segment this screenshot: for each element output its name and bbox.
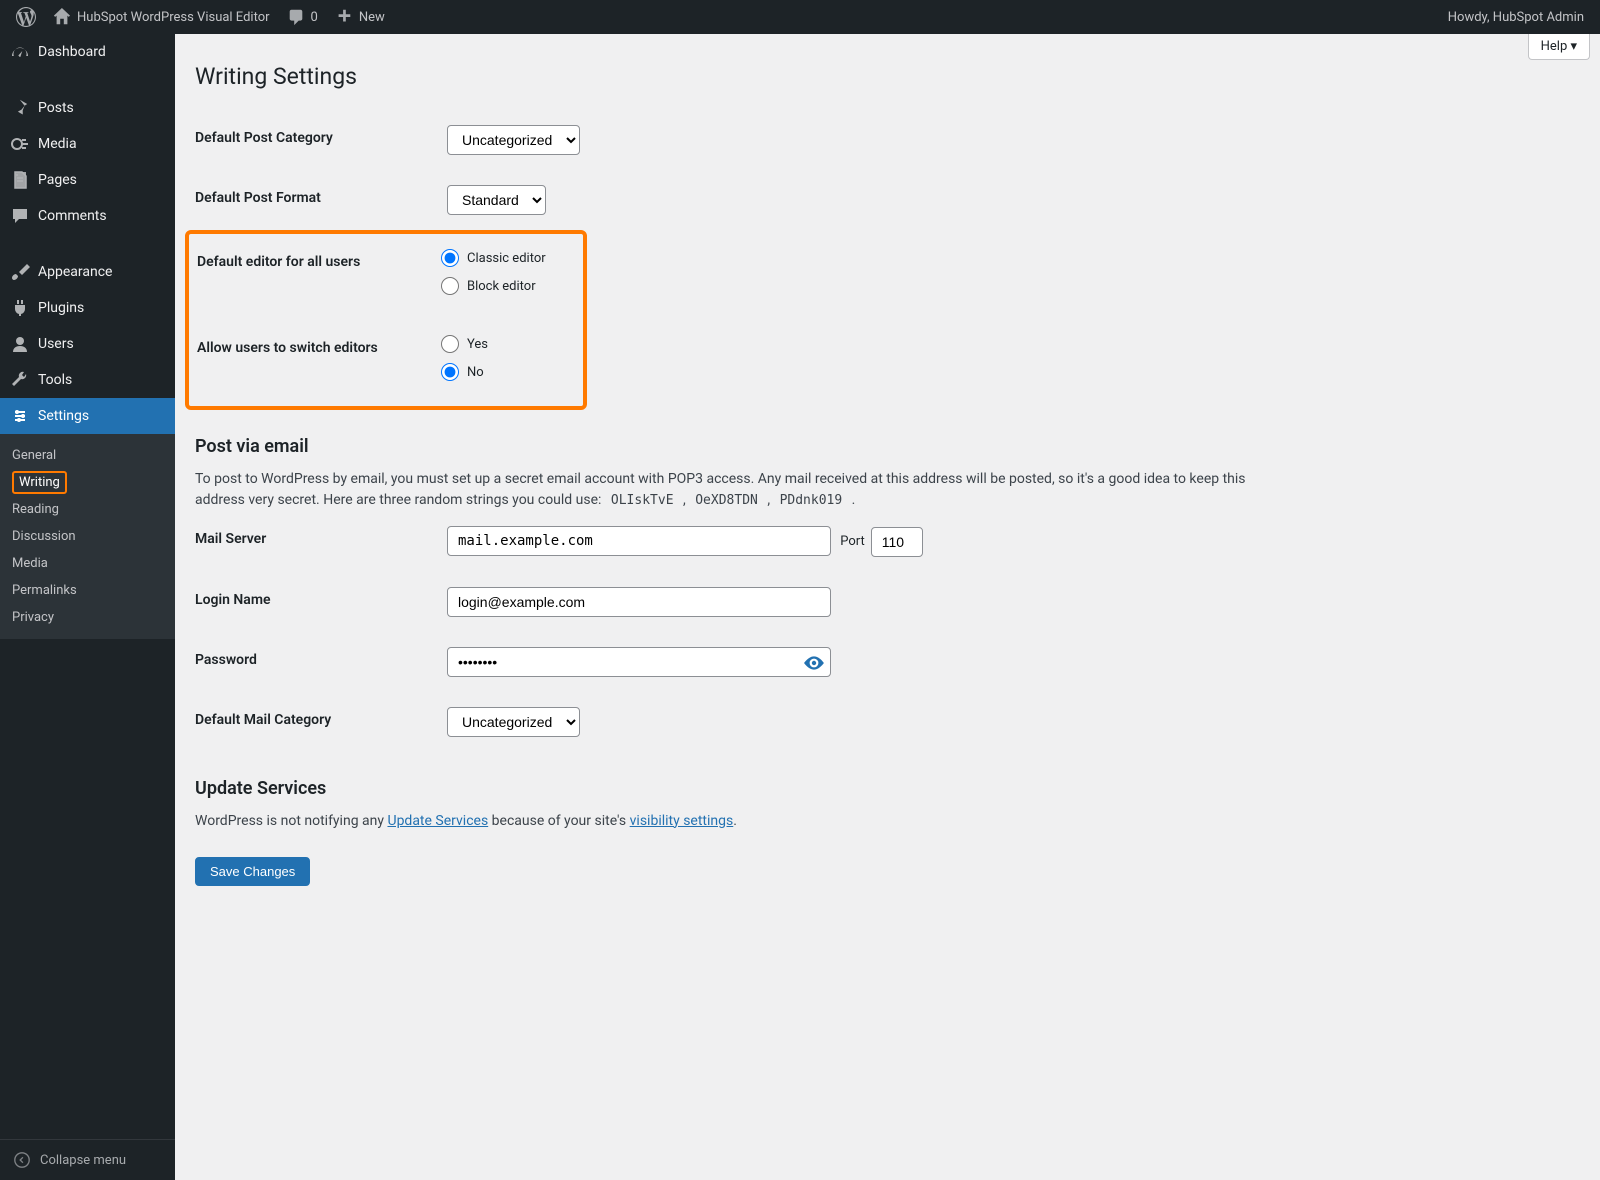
submenu-reading[interactable]: Reading <box>0 496 175 523</box>
show-password-button[interactable] <box>803 652 825 678</box>
sidebar-item-label: Settings <box>38 408 89 424</box>
label-password: Password <box>195 632 437 692</box>
default-post-format-select[interactable]: Standard <box>447 185 546 215</box>
comments-count: 0 <box>311 10 318 25</box>
pages-icon <box>10 170 30 190</box>
password-input[interactable] <box>447 647 831 677</box>
mail-settings-table: Mail Server Port Login Name Password <box>195 511 1580 752</box>
post-via-email-heading: Post via email <box>195 436 1580 457</box>
wp-logo-menu[interactable] <box>8 0 44 34</box>
media-icon <box>10 134 30 154</box>
secret-code-2: OeXD8TDN <box>689 490 764 511</box>
sidebar-item-comments[interactable]: Comments <box>0 198 175 234</box>
comment-icon <box>286 7 306 27</box>
sidebar-item-pages[interactable]: Pages <box>0 162 175 198</box>
content-area: Help ▾ Writing Settings Default Post Cat… <box>175 34 1600 1180</box>
page-title: Writing Settings <box>195 59 1580 90</box>
home-icon <box>52 7 72 27</box>
sidebar-item-label: Appearance <box>38 264 112 280</box>
new-content-link[interactable]: New <box>326 0 393 34</box>
label-default-mail-category: Default Mail Category <box>195 692 437 752</box>
sidebar-item-settings[interactable]: Settings <box>0 398 175 434</box>
submenu-general[interactable]: General <box>0 442 175 469</box>
update-services-heading: Update Services <box>195 778 1580 799</box>
plus-icon <box>334 7 354 27</box>
login-name-input[interactable] <box>447 587 831 617</box>
sidebar-item-label: Plugins <box>38 300 84 316</box>
update-services-link[interactable]: Update Services <box>387 813 488 829</box>
submenu-media[interactable]: Media <box>0 550 175 577</box>
label-default-post-category: Default Post Category <box>195 110 437 170</box>
radio-block-editor[interactable] <box>441 277 459 295</box>
settings-submenu: General Writing Reading Discussion Media… <box>0 434 175 639</box>
secret-code-1: OLIskTvE <box>605 490 680 511</box>
sidebar-item-label: Pages <box>38 172 77 188</box>
label-login-name: Login Name <box>195 572 437 632</box>
sidebar-item-label: Tools <box>38 372 72 388</box>
user-greeting[interactable]: Howdy, HubSpot Admin <box>1440 0 1592 34</box>
sidebar-item-tools[interactable]: Tools <box>0 362 175 398</box>
submenu-privacy[interactable]: Privacy <box>0 604 175 631</box>
mail-server-input[interactable] <box>447 526 831 556</box>
sidebar-item-label: Media <box>38 136 77 152</box>
sidebar-item-dashboard[interactable]: Dashboard <box>0 34 175 70</box>
radio-label-yes[interactable]: Yes <box>467 337 488 352</box>
update-services-text: WordPress is not notifying any Update Se… <box>195 811 1255 832</box>
admin-bar: HubSpot WordPress Visual Editor 0 New Ho… <box>0 0 1600 34</box>
editor-highlight-box: Default editor for all users Classic edi… <box>185 230 587 410</box>
label-default-post-format: Default Post Format <box>195 170 437 230</box>
default-mail-category-select[interactable]: Uncategorized <box>447 707 580 737</box>
sidebar-item-label: Comments <box>38 208 107 224</box>
pin-icon <box>10 98 30 118</box>
default-post-category-select[interactable]: Uncategorized <box>447 125 580 155</box>
secret-code-3: PDdnk019 <box>774 490 849 511</box>
visibility-settings-link[interactable]: visibility settings <box>630 813 734 829</box>
comment-icon <box>10 206 30 226</box>
settings-icon <box>10 406 30 426</box>
sidebar-item-media[interactable]: Media <box>0 126 175 162</box>
admin-bar-left: HubSpot WordPress Visual Editor 0 New <box>8 0 393 34</box>
wordpress-icon <box>16 7 36 27</box>
sidebar-item-users[interactable]: Users <box>0 326 175 362</box>
radio-classic-editor[interactable] <box>441 249 459 267</box>
dashboard-icon <box>10 42 30 62</box>
wrench-icon <box>10 370 30 390</box>
label-default-editor: Default editor for all users <box>197 234 431 320</box>
collapse-label: Collapse menu <box>40 1153 126 1168</box>
port-input[interactable] <box>871 527 923 557</box>
comments-link[interactable]: 0 <box>278 0 326 34</box>
radio-switch-yes[interactable] <box>441 335 459 353</box>
submenu-writing[interactable]: Writing <box>0 469 175 496</box>
eye-icon <box>803 652 825 674</box>
radio-label-block[interactable]: Block editor <box>467 279 536 294</box>
site-title-link[interactable]: HubSpot WordPress Visual Editor <box>44 0 278 34</box>
label-port: Port <box>840 534 865 549</box>
brush-icon <box>10 262 30 282</box>
sidebar-item-label: Users <box>38 336 74 352</box>
greeting-text: Howdy, HubSpot Admin <box>1448 10 1584 25</box>
submenu-permalinks[interactable]: Permalinks <box>0 577 175 604</box>
admin-sidebar: Dashboard Posts Media Pages Comments App… <box>0 34 175 1180</box>
help-tab[interactable]: Help ▾ <box>1528 34 1590 60</box>
save-changes-button[interactable]: Save Changes <box>195 857 310 886</box>
user-icon <box>10 334 30 354</box>
sidebar-item-plugins[interactable]: Plugins <box>0 290 175 326</box>
submenu-discussion[interactable]: Discussion <box>0 523 175 550</box>
plug-icon <box>10 298 30 318</box>
radio-switch-no[interactable] <box>441 363 459 381</box>
sidebar-item-appearance[interactable]: Appearance <box>0 254 175 290</box>
radio-label-no[interactable]: No <box>467 365 484 380</box>
new-label: New <box>359 10 385 25</box>
collapse-menu[interactable]: Collapse menu <box>0 1139 175 1180</box>
collapse-icon <box>12 1150 32 1170</box>
label-mail-server: Mail Server <box>195 511 437 572</box>
settings-table-1: Default Post Category Uncategorized Defa… <box>195 110 1580 230</box>
radio-label-classic[interactable]: Classic editor <box>467 251 546 266</box>
sidebar-item-label: Posts <box>38 100 74 116</box>
sidebar-item-label: Dashboard <box>38 44 106 60</box>
sidebar-item-posts[interactable]: Posts <box>0 90 175 126</box>
label-allow-switch: Allow users to switch editors <box>197 320 431 406</box>
site-title-text: HubSpot WordPress Visual Editor <box>77 10 270 25</box>
post-via-email-description: To post to WordPress by email, you must … <box>195 469 1255 511</box>
